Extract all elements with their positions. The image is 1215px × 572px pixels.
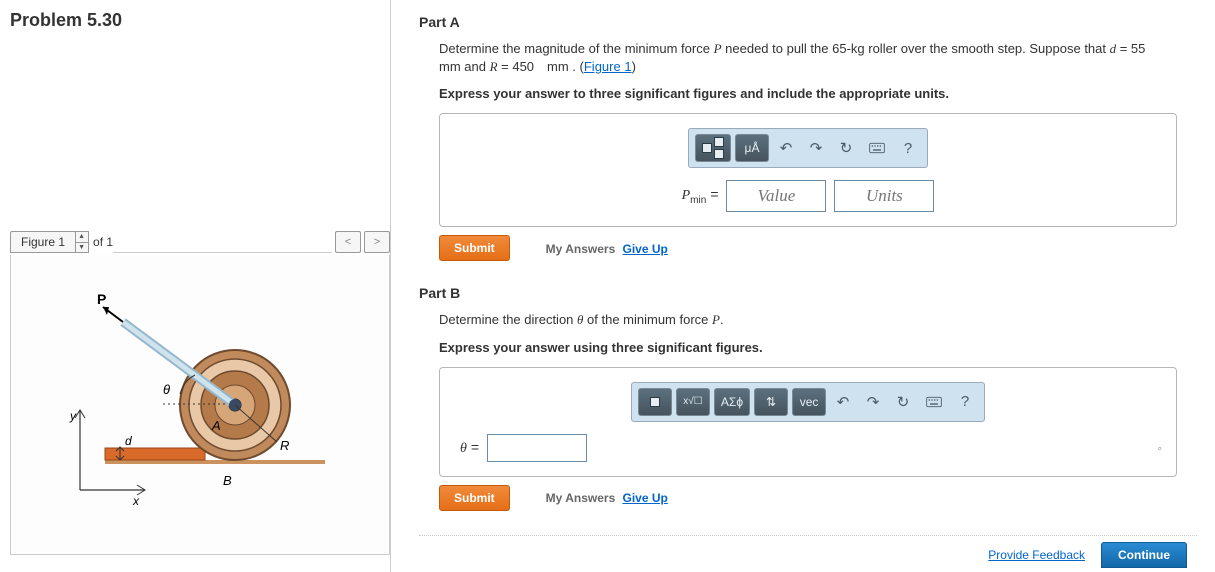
text: )	[632, 59, 636, 74]
figure-prev-button[interactable]: <	[335, 231, 361, 253]
greek-button[interactable]: ΑΣϕ	[714, 388, 750, 416]
submit-button[interactable]: Submit	[439, 235, 510, 261]
part-a-toolbar: μÅ ↶ ↷ ↻ ?	[688, 128, 928, 168]
part-b-description: Determine the direction θ of the minimum…	[439, 311, 1177, 329]
units-button[interactable]: μÅ	[735, 134, 769, 162]
answer-b-label: θ =	[460, 439, 479, 457]
give-up-link[interactable]: Give Up	[623, 242, 668, 256]
figure-image: y x P	[10, 255, 390, 555]
roller-diagram: y x P	[45, 290, 355, 520]
root-exp-button[interactable]: x√☐	[676, 388, 710, 416]
answer-a-label: Pmin =	[682, 186, 719, 206]
figure-count: of 1	[93, 235, 113, 249]
reset-icon[interactable]: ↻	[833, 134, 859, 162]
part-b-title: Part B	[419, 285, 1197, 301]
undo-icon[interactable]: ↶	[773, 134, 799, 162]
figure-spinner[interactable]: ▲ ▼	[75, 231, 89, 253]
part-a-instruction: Express your answer to three significant…	[439, 86, 1177, 101]
var-r: R	[490, 59, 498, 74]
help-icon[interactable]: ?	[952, 388, 978, 416]
figure-tab[interactable]: Figure 1	[10, 231, 76, 253]
keyboard-icon[interactable]	[920, 388, 948, 416]
part-a-title: Part A	[419, 14, 1197, 30]
part-b-answer-box: x√☐ ΑΣϕ ⇅ vec ↶ ↷ ↻ ? θ = °	[439, 367, 1177, 477]
problem-title: Problem 5.30	[10, 10, 390, 31]
var-p: P	[712, 312, 720, 327]
svg-text:P: P	[97, 291, 106, 307]
text: of the minimum force	[583, 312, 712, 327]
subscript-button[interactable]: ⇅	[754, 388, 788, 416]
value-input[interactable]	[726, 180, 826, 212]
my-answers-link[interactable]: My Answers	[546, 491, 616, 505]
keyboard-icon[interactable]	[863, 134, 891, 162]
redo-icon[interactable]: ↷	[803, 134, 829, 162]
svg-text:R: R	[280, 438, 289, 453]
text: Determine the magnitude of the minimum f…	[439, 41, 714, 56]
part-a-description: Determine the magnitude of the minimum f…	[439, 40, 1177, 76]
spinner-down-icon[interactable]: ▼	[75, 243, 88, 253]
text: needed to pull the 65-kg roller over the…	[722, 41, 1110, 56]
text: Determine the direction	[439, 312, 577, 327]
figure-next-button[interactable]: >	[364, 231, 390, 253]
give-up-link[interactable]: Give Up	[623, 491, 668, 505]
var-p: P	[714, 41, 722, 56]
svg-text:x: x	[132, 494, 140, 508]
svg-text:B: B	[223, 473, 232, 488]
spinner-up-icon[interactable]: ▲	[75, 232, 88, 243]
units-input[interactable]	[834, 180, 934, 212]
continue-button[interactable]: Continue	[1101, 542, 1187, 568]
theta-input[interactable]	[487, 434, 587, 462]
figure-link[interactable]: Figure 1	[584, 59, 632, 74]
provide-feedback-link[interactable]: Provide Feedback	[988, 548, 1085, 562]
svg-text:y: y	[69, 409, 77, 423]
part-b-toolbar: x√☐ ΑΣϕ ⇅ vec ↶ ↷ ↻ ?	[631, 382, 985, 422]
part-b-instruction: Express your answer using three signific…	[439, 340, 1177, 355]
svg-text:θ: θ	[163, 382, 170, 397]
template-button[interactable]	[638, 388, 672, 416]
svg-text:d: d	[125, 434, 132, 448]
figure-header: Figure 1 ▲ ▼ of 1 < >	[10, 231, 390, 253]
degree-label: °	[1158, 446, 1162, 458]
submit-button[interactable]: Submit	[439, 485, 510, 511]
text: = 450 mm . (	[498, 59, 584, 74]
part-a-answer-box: μÅ ↶ ↷ ↻ ? Pmin =	[439, 113, 1177, 227]
text: .	[720, 312, 724, 327]
help-icon[interactable]: ?	[895, 134, 921, 162]
redo-icon[interactable]: ↷	[860, 388, 886, 416]
vector-button[interactable]: vec	[792, 388, 826, 416]
template-fraction-button[interactable]	[695, 134, 731, 162]
reset-icon[interactable]: ↻	[890, 388, 916, 416]
my-answers-link[interactable]: My Answers	[546, 242, 616, 256]
undo-icon[interactable]: ↶	[830, 388, 856, 416]
svg-text:A: A	[211, 418, 221, 433]
